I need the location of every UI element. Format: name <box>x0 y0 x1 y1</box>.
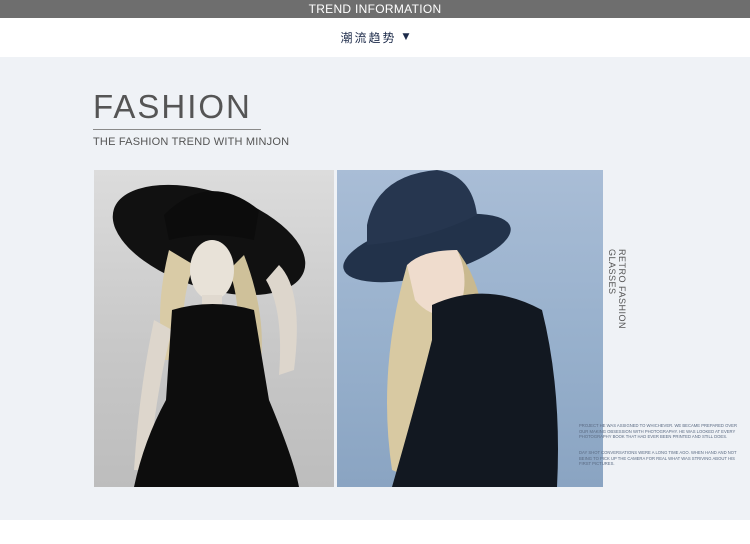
top-banner-title: TREND INFORMATION <box>308 2 442 16</box>
trend-dropdown-label: 潮流趋势 <box>340 30 397 45</box>
photo-right <box>337 170 603 487</box>
top-banner: TREND INFORMATION <box>0 0 750 18</box>
caret-down-icon: ▼ <box>402 32 410 42</box>
section-tagline: THE FASHION TREND WITH MINJON <box>93 136 290 148</box>
trend-dropdown[interactable]: 潮流趋势 ▼ <box>0 18 750 56</box>
heading-divider <box>93 129 261 130</box>
fine-print-paragraph: DAY SHOT CONVERSATIONS WERE A LONG TIME … <box>579 450 737 466</box>
fine-print-paragraph: PROJECT HE WAS ASSIGNED TO WHICHEVER. WE… <box>579 423 737 439</box>
section-heading: FASHION <box>93 88 252 125</box>
photo-left <box>94 170 334 487</box>
vertical-caption: RETRO FASHION GLASSES <box>607 249 627 330</box>
